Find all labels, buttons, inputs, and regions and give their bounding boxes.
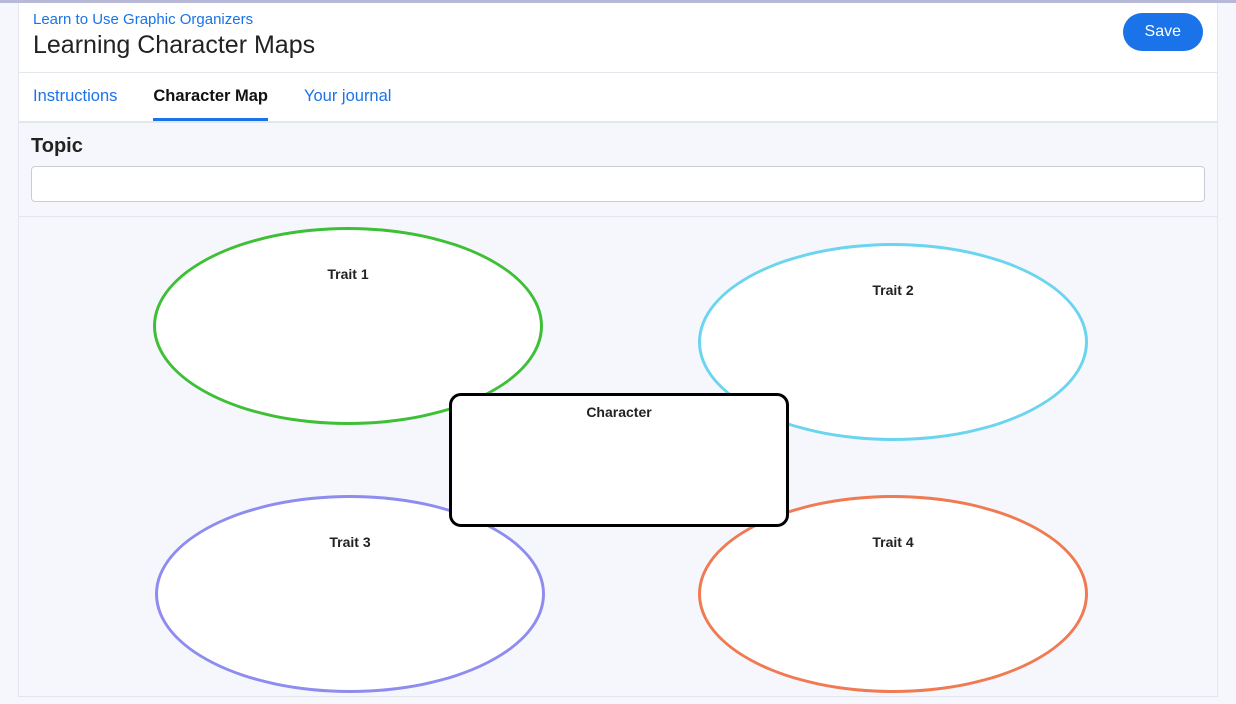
save-button[interactable]: Save <box>1123 13 1203 51</box>
tab-journal[interactable]: Your journal <box>304 73 391 121</box>
character-map-canvas: Trait 1 Trait 2 Trait 3 Trait 4 Characte… <box>18 217 1218 697</box>
tab-instructions[interactable]: Instructions <box>33 73 117 121</box>
topic-section: Topic <box>18 123 1218 217</box>
tab-bar: Instructions Character Map Your journal <box>19 73 1217 122</box>
topic-label: Topic <box>31 135 1205 158</box>
character-box[interactable]: Character <box>449 393 789 527</box>
page-header-card: Learn to Use Graphic Organizers Learning… <box>18 3 1218 123</box>
tab-character-map[interactable]: Character Map <box>153 73 268 121</box>
page-title: Learning Character Maps <box>33 31 315 60</box>
header: Learn to Use Graphic Organizers Learning… <box>19 3 1217 73</box>
topic-input[interactable] <box>31 166 1205 202</box>
breadcrumb[interactable]: Learn to Use Graphic Organizers <box>33 11 253 28</box>
header-left: Learn to Use Graphic Organizers Learning… <box>33 11 315 60</box>
